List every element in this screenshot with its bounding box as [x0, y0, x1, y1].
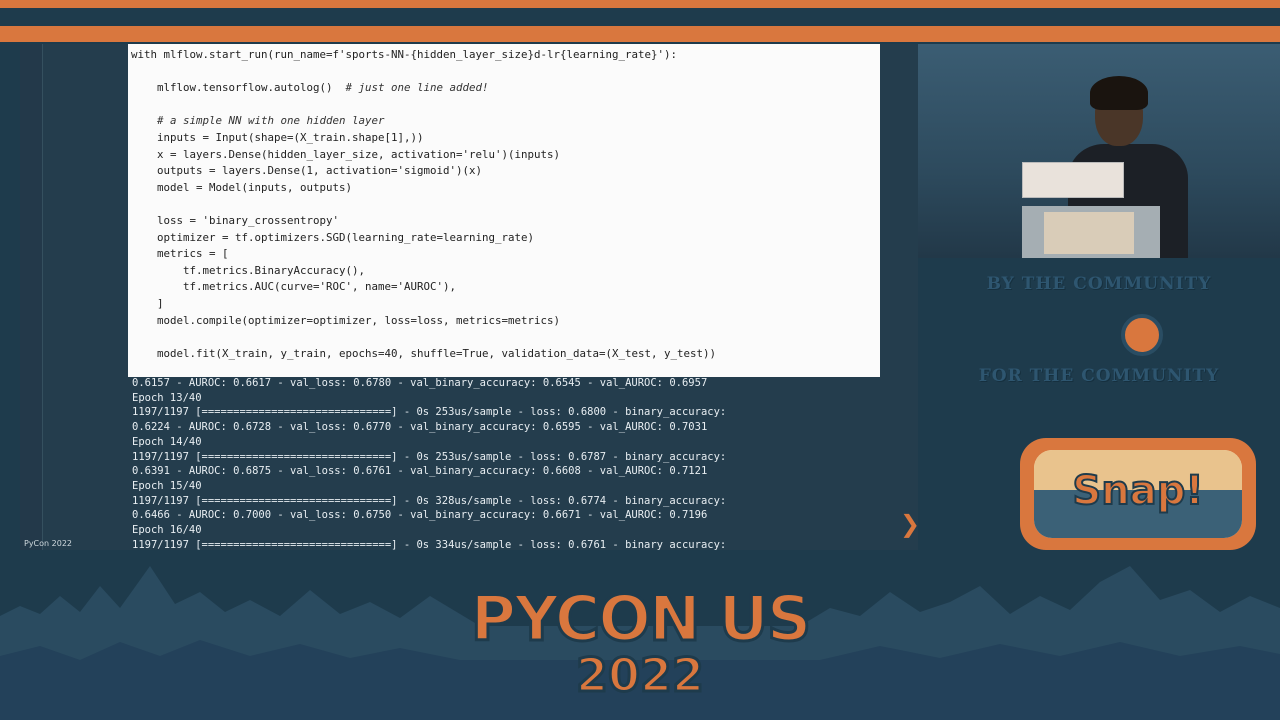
- code-text: ]: [131, 296, 164, 310]
- code-text: metrics = [: [131, 247, 229, 261]
- badge-word: Snap!: [1071, 467, 1204, 515]
- code-line: model.fit(X_train, y_train, epochs=40, s…: [128, 346, 880, 363]
- code-text: with mlflow.start_run(run_name=f'sports-…: [131, 48, 678, 61]
- podium-sign: [1044, 212, 1134, 254]
- code-line: metrics = [: [128, 246, 880, 263]
- code-text: outputs = layers.Dense(1, activation='si…: [131, 164, 483, 178]
- code-comment: # just one line added!: [345, 81, 489, 95]
- badge-inner: Snap!: [1034, 450, 1242, 538]
- slide-footer-label: PyCon 2022: [24, 539, 73, 548]
- code-line: # a simple NN with one hidden layer: [128, 113, 880, 130]
- code-line: tf.metrics.AUC(curve='ROC', name='AUROC'…: [128, 279, 880, 296]
- terminal-line: Epoch 15/40: [132, 479, 202, 492]
- code-line: tf.metrics.BinaryAccuracy(),: [128, 263, 880, 280]
- code-text: tf.metrics.AUC(curve='ROC', name='AUROC'…: [131, 280, 457, 294]
- top-accent-stripe: [0, 0, 1280, 8]
- code-text: loss = 'binary_crossentropy': [131, 213, 340, 227]
- terminal-line: Epoch 16/40: [132, 524, 202, 537]
- code-line: outputs = layers.Dense(1, activation='si…: [128, 163, 880, 180]
- tagline-bottom: FOR THE COMMUNITY: [978, 366, 1220, 386]
- speaker-camera: [918, 44, 1280, 258]
- terminal-output: 0.6157 - AUROC: 0.6617 - val_loss: 0.678…: [128, 374, 892, 550]
- code-comment: # a simple NN with one hidden layer: [157, 114, 385, 128]
- terminal-line: 0.6391 - AUROC: 0.6875 - val_loss: 0.676…: [132, 465, 708, 478]
- code-line: inputs = Input(shape=(X_train.shape[1],)…: [128, 130, 880, 147]
- terminal-line: 0.6466 - AUROC: 0.7000 - val_loss: 0.675…: [132, 509, 708, 522]
- code-text: x = layers.Dense(hidden_layer_size, acti…: [131, 147, 561, 161]
- terminal-line: 1197/1197 [=============================…: [132, 494, 727, 507]
- tagline-top: BY THE COMMUNITY: [986, 274, 1212, 294]
- code-text: model.fit(X_train, y_train, epochs=40, s…: [131, 346, 717, 360]
- code-text: model = Model(inputs, outputs): [131, 180, 353, 194]
- code-text: tf.metrics.BinaryAccuracy(),: [131, 263, 366, 277]
- slide-screen: with mlflow.start_run(run_name=f'sports-…: [20, 44, 918, 550]
- code-line: ]: [128, 296, 880, 313]
- terminal-line: 0.6224 - AUROC: 0.6728 - val_loss: 0.677…: [132, 421, 708, 434]
- terminal-line: 0.6157 - AUROC: 0.6617 - val_loss: 0.678…: [132, 377, 708, 389]
- code-line: optimizer = tf.optimizers.SGD(learning_r…: [128, 230, 880, 247]
- speaker-hair: [1090, 76, 1148, 110]
- top-accent-stripe-2: [0, 26, 1280, 42]
- code-line: mlflow.tensorflow.autolog() # just one l…: [128, 80, 880, 97]
- code-line: with mlflow.start_run(run_name=f'sports-…: [128, 47, 880, 64]
- terminal-line: Epoch 14/40: [132, 435, 202, 448]
- terminal-line: Epoch 13/40: [132, 391, 202, 404]
- editor-gutter: [20, 44, 43, 550]
- code-text: optimizer = tf.optimizers.SGD(learning_r…: [131, 230, 535, 244]
- code-line: model.compile(optimizer=optimizer, loss=…: [128, 313, 880, 330]
- top-dark-stripe: [0, 8, 1280, 26]
- code-text: model.compile(optimizer=optimizer, loss=…: [131, 313, 561, 327]
- chevron-right-icon[interactable]: ❯: [900, 510, 918, 538]
- separator-dot: [1121, 314, 1163, 356]
- code-text: inputs = Input(shape=(X_train.shape[1],)…: [131, 130, 424, 144]
- event-title: PYCON US: [469, 582, 813, 655]
- terminal-line: 1197/1197 [=============================…: [132, 450, 727, 463]
- event-year: 2022: [574, 648, 705, 702]
- laptop: [1022, 162, 1124, 198]
- code-panel: with mlflow.start_run(run_name=f'sports-…: [128, 44, 880, 377]
- terminal-line: 1197/1197 [=============================…: [132, 538, 727, 550]
- code-line: x = layers.Dense(hidden_layer_size, acti…: [128, 147, 880, 164]
- terminal-line: 1197/1197 [=============================…: [132, 406, 727, 419]
- code-line: model = Model(inputs, outputs): [128, 180, 880, 197]
- badge-logo: Snap!: [1020, 438, 1256, 550]
- code-line: loss = 'binary_crossentropy': [128, 213, 880, 230]
- code-text: mlflow.tensorflow.autolog(): [131, 81, 346, 95]
